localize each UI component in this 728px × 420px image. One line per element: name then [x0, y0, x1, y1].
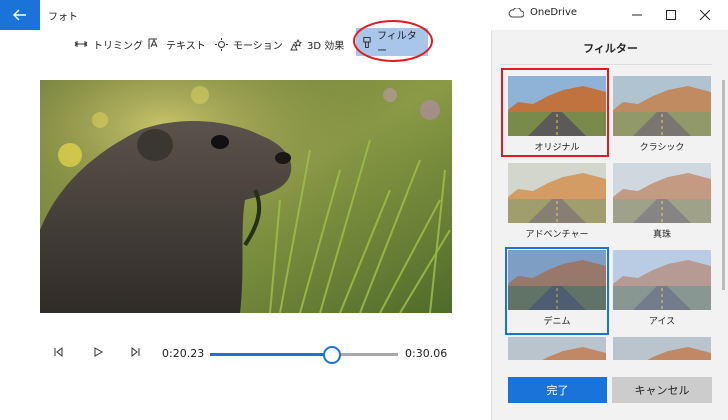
3d-effects-icon [290, 38, 302, 50]
close-icon [700, 10, 710, 20]
current-time: 0:20.23 [162, 347, 205, 360]
filter-label: クラシック [639, 143, 685, 153]
seek-handle[interactable] [323, 346, 342, 364]
step-forward-icon [131, 347, 140, 357]
step-back-icon [54, 347, 63, 357]
onedrive-status[interactable]: OneDrive [508, 7, 577, 18]
play-icon [94, 347, 103, 357]
tool-trim[interactable]: トリミング [68, 30, 149, 58]
tool-motion[interactable]: モーション [209, 30, 289, 58]
seek-progress [210, 353, 333, 356]
app-title: フォト [48, 12, 78, 23]
cancel-button[interactable]: キャンセル [612, 377, 712, 403]
filter-tile-ice[interactable]: アイス [613, 250, 711, 332]
seek-bar[interactable] [210, 346, 398, 364]
tool-label: モーション [233, 40, 283, 52]
tool-3d-effects[interactable]: 3D 効果 [283, 30, 350, 58]
highlight-ellipse [353, 20, 433, 62]
marmot-video-frame [40, 80, 452, 313]
filter-label: アドベンチャー [525, 230, 589, 240]
tool-text[interactable]: テキスト [142, 30, 212, 58]
filter-tile-denim[interactable]: デニム [505, 247, 609, 335]
filter-label: アイス [648, 317, 676, 327]
trim-icon [74, 41, 88, 47]
onedrive-label: OneDrive [530, 7, 578, 18]
back-button[interactable] [0, 0, 40, 30]
player-controls: 0:20.23 0:30.06 [0, 338, 490, 368]
minimize-button[interactable] [620, 0, 654, 30]
filter-tile-pearl[interactable]: 真珠 [613, 163, 711, 245]
filter-thumbnail [613, 163, 711, 223]
previous-frame-button[interactable] [48, 342, 68, 362]
tool-label: 3D 効果 [307, 40, 345, 52]
filter-thumbnail [613, 76, 711, 136]
text-icon [148, 38, 158, 49]
tool-label: トリミング [93, 40, 143, 52]
filter-label: 真珠 [652, 230, 671, 240]
filter-tile-partial[interactable] [613, 337, 711, 360]
motion-icon [215, 37, 228, 51]
next-frame-button[interactable] [126, 342, 146, 362]
filter-tile-classic[interactable]: クラシック [613, 76, 711, 158]
done-button[interactable]: 完了 [508, 377, 607, 403]
close-button[interactable] [688, 0, 722, 30]
filter-tile-partial[interactable] [508, 337, 606, 360]
play-button[interactable] [88, 342, 108, 362]
filter-label: デニム [543, 317, 571, 327]
highlight-rect [501, 68, 609, 157]
total-time: 0:30.06 [405, 347, 448, 360]
filter-thumbnail [613, 250, 711, 310]
maximize-icon [666, 10, 676, 20]
video-preview[interactable] [40, 80, 452, 313]
filter-thumbnail [508, 163, 606, 223]
maximize-button[interactable] [654, 0, 688, 30]
filter-scrollbar[interactable] [722, 80, 725, 290]
filter-thumbnail [508, 337, 606, 360]
cloud-icon [508, 7, 524, 17]
filter-thumbnail [508, 250, 606, 310]
filter-thumbnail [613, 337, 711, 360]
tool-label: テキスト [166, 40, 206, 52]
filter-tile-adventure[interactable]: アドベンチャー [508, 163, 606, 245]
back-arrow-icon [13, 9, 26, 21]
minimize-icon [632, 14, 642, 16]
